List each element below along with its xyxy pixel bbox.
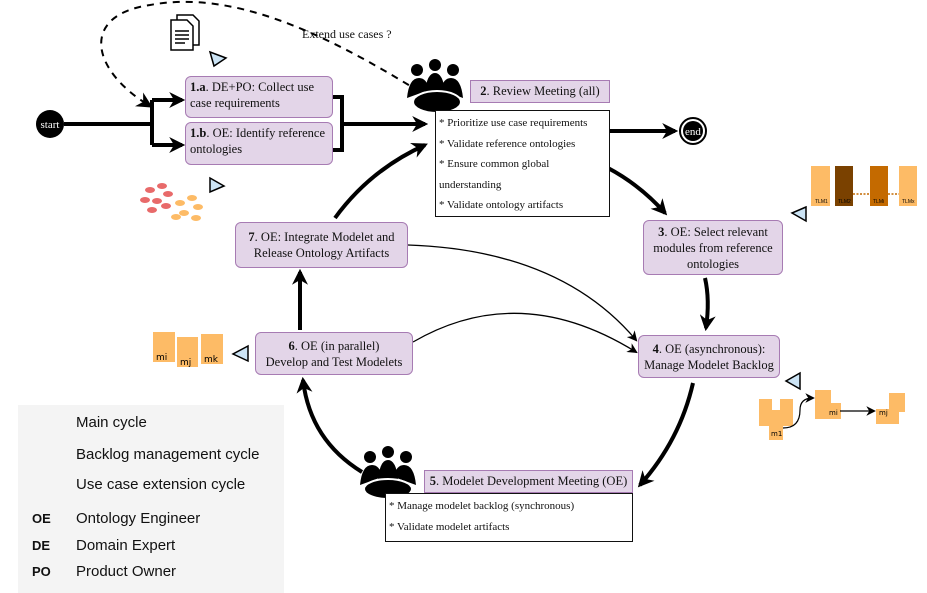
modelet-label: mj [879, 409, 888, 417]
role-name: Product Owner [76, 563, 177, 580]
step-2-list: * Prioritize use case requirements * Val… [435, 110, 610, 217]
role-name: Ontology Engineer [76, 510, 201, 527]
main-arrow [333, 143, 428, 220]
modelet-backlog-icon: m1 mi mj [759, 390, 905, 440]
step-1b[interactable]: 1.b. OE: Identify reference ontologies [185, 122, 333, 165]
step-text: . OE (in parallel) [294, 338, 380, 353]
list-item: understanding [439, 178, 502, 191]
modelet-label: mi [156, 353, 167, 363]
workflow-diagram: start end TLM1 TLM2 TLMi TLMx mi mj mk m… [0, 0, 927, 593]
modelet-label: m1 [771, 430, 782, 438]
step-2-title[interactable]: 2. Review Meeting (all) [470, 80, 610, 103]
backlog-arrow [407, 244, 638, 342]
step-text: Manage Modelet Backlog [644, 357, 774, 372]
tlm-label: TLM2 [838, 199, 851, 205]
step-text: . OE (asynchronous): [658, 341, 766, 356]
main-arrow [64, 100, 154, 145]
main-arrow [637, 382, 695, 488]
role-abbr: PO [32, 564, 51, 579]
tlm-label: TLMi [873, 199, 884, 205]
triangle-pointer-icon [208, 50, 228, 68]
step-text: Develop and Test Modelets [265, 354, 403, 369]
step-6[interactable]: 6. OE (in parallel) Develop and Test Mode… [255, 332, 413, 375]
modelet-label: mi [829, 409, 838, 417]
modelets-icon: mi mj mk [153, 332, 223, 368]
list-item: * Prioritize use case requirements [439, 117, 588, 129]
list-item: * Validate ontology artifacts [439, 199, 564, 211]
tlm-label: TLM1 [815, 199, 828, 205]
tlm-label: TLMx [902, 199, 915, 205]
main-arrow [333, 95, 425, 152]
step-text: . Modelet Development Meeting (OE) [435, 474, 628, 488]
meeting-icon [407, 59, 463, 114]
document-icon [170, 14, 200, 51]
main-arrow [699, 277, 716, 332]
modelet-label: mj [180, 358, 191, 368]
triangle-pointer-icon [790, 205, 807, 223]
step-text: . DE+PO: Collect use case requirements [190, 80, 315, 110]
step-4[interactable]: 4. OE (asynchronous): Manage Modelet Back… [638, 335, 780, 378]
step-text: . Review Meeting (all) [486, 84, 600, 98]
step-1a[interactable]: 1.a. DE+PO: Collect use case requirement… [185, 76, 333, 118]
legend-extension-label: Use case extension cycle [76, 476, 246, 493]
main-arrow [296, 376, 364, 474]
step-5-title[interactable]: 5. Modelet Development Meeting (OE) [424, 470, 633, 493]
meeting-icon [360, 446, 416, 500]
ontology-graph-icon [140, 183, 203, 221]
step-3[interactable]: 3. OE: Select relevant modules from refe… [643, 220, 783, 275]
legend-main-label: Main cycle [76, 414, 147, 431]
role-name: Domain Expert [76, 537, 176, 554]
list-item: * Ensure common global [439, 158, 550, 170]
legend-backlog-label: Backlog management cycle [76, 446, 260, 463]
list-item: * Validate modelet artifacts [389, 520, 510, 533]
extend-use-cases-label: Extend use cases ? [302, 27, 392, 41]
role-abbr: DE [32, 538, 51, 553]
step-7[interactable]: 7. OE: Integrate Modelet and Release Ont… [235, 222, 408, 268]
triangle-pointer-icon [209, 176, 226, 194]
step-text: . OE: Integrate Modelet and Release Onto… [253, 230, 395, 260]
end-label: end [685, 126, 701, 138]
step-number: 1.b [190, 126, 207, 140]
start-label: start [41, 119, 60, 131]
step-5-list: * Manage modelet backlog (synchronous) *… [385, 493, 633, 542]
modelet-label: mk [204, 355, 219, 365]
backlog-arrow [412, 312, 638, 354]
tlm-modules-icon: TLM1 TLM2 TLMi TLMx [811, 166, 917, 206]
triangle-pointer-icon [784, 371, 801, 391]
legend: Main cycle Backlog management cycle Use … [18, 405, 284, 593]
list-item: * Manage modelet backlog (synchronous) [389, 500, 575, 512]
role-abbr: OE [32, 511, 51, 526]
triangle-pointer-icon [231, 344, 249, 363]
list-item: * Validate reference ontologies [439, 137, 576, 150]
main-arrow [607, 166, 668, 216]
step-text: . OE: Identify reference ontologies [190, 126, 326, 156]
step-number: 1.a [190, 80, 206, 94]
step-text: . OE: Select relevant modules from refer… [653, 224, 773, 271]
